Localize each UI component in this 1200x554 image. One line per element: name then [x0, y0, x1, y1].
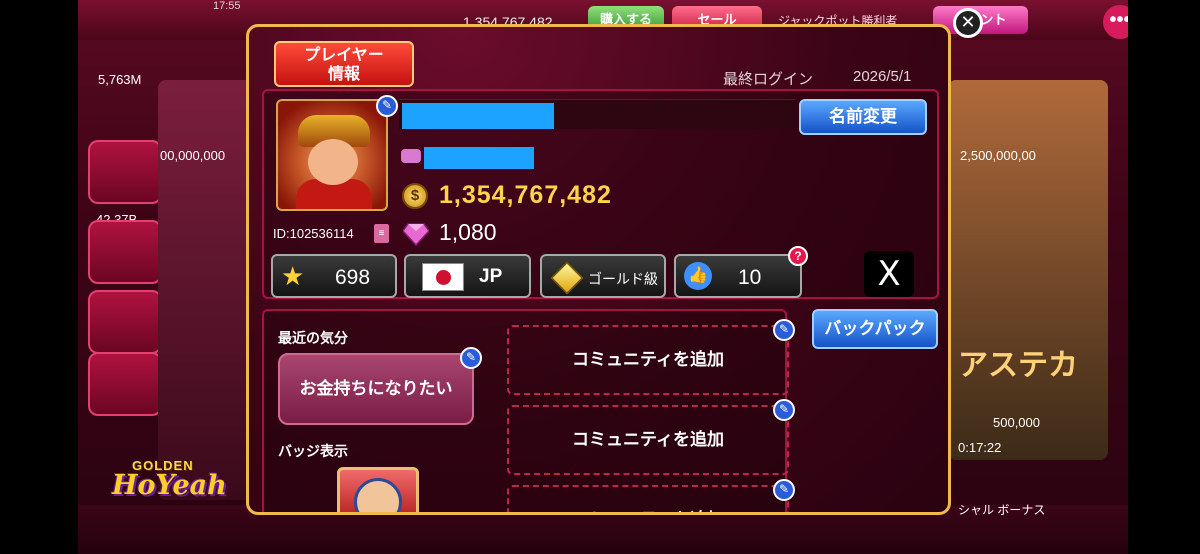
badge-character: [354, 478, 402, 512]
redacted-name: [402, 103, 554, 129]
level-stat: ★ 698: [271, 254, 397, 298]
edit-avatar-icon[interactable]: ✎: [376, 95, 398, 117]
left-jackpot: 00,000,000: [160, 148, 226, 163]
edit-community-1-icon[interactable]: ✎: [773, 319, 795, 341]
fish-game-tile[interactable]: [88, 220, 162, 284]
golden-hoyeah-logo: GOLDEN HoYeah: [112, 458, 237, 528]
close-icon[interactable]: ✕: [953, 8, 983, 38]
country-stat: JP: [404, 254, 531, 298]
japan-flag-icon: [422, 263, 464, 291]
add-community-slot-1[interactable]: コミュニティを追加: [507, 325, 789, 395]
player-id: ID:102536114: [273, 226, 354, 241]
coin-balance: 1,354,767,482: [439, 181, 612, 209]
title-icon: [401, 149, 421, 163]
copy-icon[interactable]: ≡: [374, 224, 389, 243]
add-community-slot-2[interactable]: コミュニティを追加: [507, 405, 789, 475]
rank-stat[interactable]: ゴールド級: [540, 254, 666, 298]
gold-gem-icon: [550, 261, 584, 295]
right-slot-banner[interactable]: [948, 80, 1108, 460]
profile-details-box: 最近の気分 お金持ちになりたい ✎ バッジ表示 コミュニティを追加 ✎ コミュニ…: [262, 309, 795, 512]
edit-community-2-icon[interactable]: ✎: [773, 399, 795, 421]
status-time: 17:55: [213, 0, 241, 12]
country-code: JP: [479, 266, 503, 287]
add-community-slot-3[interactable]: コミュニティを追加: [507, 485, 789, 512]
rank-value: ゴールド級: [588, 271, 658, 287]
thumbs-up-icon: 👍: [684, 262, 712, 290]
right-max-value: 500,000: [993, 415, 1040, 430]
right-game-title: アステカ: [958, 349, 1078, 382]
redacted-title: [424, 147, 534, 169]
bottom-bonus-label: シャル ボーナス: [958, 503, 1046, 517]
help-badge-icon[interactable]: ?: [788, 246, 808, 266]
last-login-value: 2026/5/1: [853, 68, 912, 85]
slot-777-tile[interactable]: [88, 140, 162, 204]
mahjong-tile[interactable]: [88, 352, 162, 416]
edit-mood-icon[interactable]: ✎: [460, 347, 482, 369]
edit-community-3-icon[interactable]: ✎: [773, 479, 795, 501]
tab-player-info[interactable]: プレイヤー 情報: [274, 41, 414, 87]
gem-icon: [403, 223, 429, 246]
right-jackpot: 2,500,000,00: [960, 148, 1036, 163]
x-logo-icon[interactable]: X: [864, 251, 914, 297]
mood-button[interactable]: お金持ちになりたい: [278, 353, 474, 425]
pachinko-tile[interactable]: [88, 290, 162, 354]
badge-image[interactable]: [337, 467, 419, 512]
player-summary-box: ✎ ID:102536114 ≡ 名前変更 $ 1,354,767,482 1,…: [262, 89, 939, 299]
player-info-panel: プレイヤー 情報 最終ログイン 2026/5/1 ✎ ID:102536114 ≡…: [246, 24, 951, 515]
backpack-button[interactable]: バックパック: [812, 309, 938, 349]
badge-label: バッジ表示: [278, 443, 348, 459]
last-login-label: 最終ログイン: [723, 71, 814, 88]
avatar-face: [308, 139, 358, 185]
left-balance: 5,763M: [98, 72, 142, 87]
coin-icon: $: [402, 183, 428, 209]
logo-main-text: HoYeah: [112, 470, 227, 501]
right-timer: 0:17:22: [958, 440, 1002, 455]
star-icon: ★: [281, 261, 305, 291]
level-value: 698: [335, 266, 371, 289]
avatar[interactable]: [276, 99, 388, 211]
likes-value: 10: [738, 266, 762, 289]
mood-label: 最近の気分: [278, 330, 348, 346]
likes-stat[interactable]: 👍 10 ?: [674, 246, 808, 298]
rename-button[interactable]: 名前変更: [799, 99, 927, 135]
gem-balance: 1,080: [439, 219, 497, 245]
